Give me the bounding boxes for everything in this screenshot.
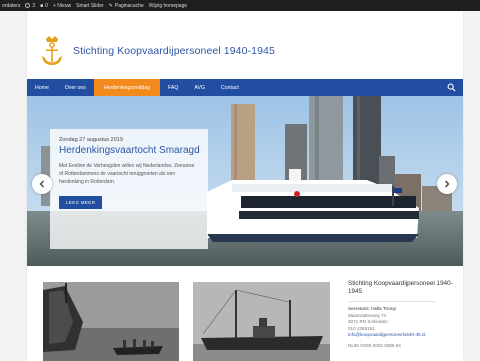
page-container: Stichting Koopvaardijpersoneel 1940-1945…: [27, 11, 463, 361]
comments-count: 0: [45, 2, 48, 9]
admin-bar-site-label: ordaters: [2, 2, 21, 9]
admin-bar-smart-slider[interactable]: Smart Slider: [76, 3, 104, 9]
divider: [348, 301, 436, 302]
edit-homepage-label: Wijzig homepage: [148, 2, 188, 9]
admin-bar-updates[interactable]: 3: [25, 3, 35, 9]
chevron-right-icon: [445, 180, 450, 188]
email-link[interactable]: info@koopvaardijpersoneel1940-45.nl: [348, 332, 460, 339]
comment-icon: ■: [40, 2, 44, 9]
bank-account: NL86 INGB 0002 9356 54: [348, 342, 401, 348]
pencil-icon: ✎: [108, 2, 113, 9]
nav-item-contact[interactable]: Contact: [213, 79, 247, 96]
browser-viewport: ordaters 3 ■ 0 + Nieuw Smart Slider ✎ Pagi…: [0, 0, 480, 361]
historic-photo-cargo-ship[interactable]: [193, 282, 330, 361]
cache-label: Paginacache: [114, 2, 144, 9]
updates-count: 3: [32, 2, 36, 9]
anchor-logo-icon: [42, 36, 62, 65]
admin-bar-cache[interactable]: ✎ Paginacache: [109, 3, 144, 9]
admin-bar-new[interactable]: + Nieuw: [53, 3, 71, 9]
main-navigation: Home Over ons Herdenkingsmiddag FAQ AVG …: [27, 79, 463, 96]
admin-bar-comments[interactable]: ■ 0: [40, 3, 48, 9]
read-more-button[interactable]: LEES MEER: [59, 196, 103, 209]
nav-item-faq[interactable]: FAQ: [160, 79, 186, 96]
site-title[interactable]: Stichting Koopvaardijpersoneel 1940-1945: [73, 45, 275, 57]
hero-caption: Zondag 27 augustus 2019 Herdenkingsvaart…: [50, 129, 208, 249]
photo-cargo-ship-image: [193, 282, 330, 361]
new-label: + Nieuw: [52, 2, 72, 9]
photo-ship-bow-image: [43, 282, 179, 361]
nav-item-herdenkingsmiddag[interactable]: Herdenkingsmiddag: [93, 79, 161, 96]
hero-date: Zondag 27 augustus 2019: [59, 137, 123, 143]
chevron-left-icon: [39, 180, 44, 188]
hero-text: Met Eveline de Verheugden willen wij Ned…: [59, 163, 195, 185]
admin-bar-edit[interactable]: Wijzig homepage: [149, 3, 187, 9]
contact-widget-title: Stichting Koopvaardijpersoneel 1940-1945: [348, 280, 453, 295]
search-icon[interactable]: [447, 83, 456, 92]
smart-slider-label: Smart Slider: [76, 2, 104, 9]
hero-title: Herdenkingsvaartocht Smaragd: [59, 145, 200, 156]
site-branding[interactable]: Stichting Koopvaardijpersoneel 1940-1945: [37, 31, 275, 71]
slider-prev-button[interactable]: [32, 174, 52, 194]
contact-widget: Stichting Koopvaardijpersoneel 1940-1945…: [348, 280, 460, 349]
updates-icon: [25, 3, 31, 8]
nav-item-avg[interactable]: AVG: [186, 79, 213, 96]
nav-item-over-ons[interactable]: Over ons: [57, 79, 94, 96]
slider-next-button[interactable]: [437, 174, 457, 194]
admin-bar: ordaters 3 ■ 0 + Nieuw Smart Slider ✎ Pagi…: [0, 0, 480, 11]
nav-item-home[interactable]: Home: [27, 79, 57, 96]
historic-photo-ship-bow[interactable]: [43, 282, 179, 361]
hero-slider: Zondag 27 augustus 2019 Herdenkingsvaart…: [27, 96, 463, 266]
admin-bar-site[interactable]: ordaters: [2, 3, 20, 9]
